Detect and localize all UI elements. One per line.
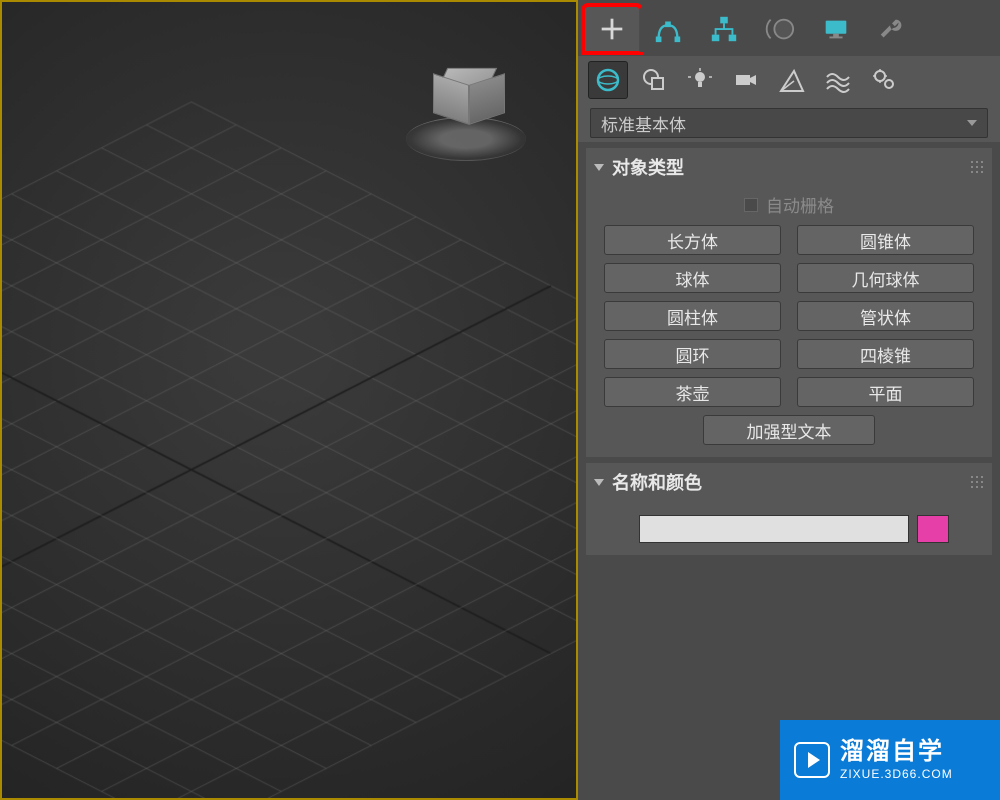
subtab-lights[interactable] <box>680 61 720 99</box>
dropdown-arrow-icon <box>967 120 977 126</box>
autogrid-row: 自动栅格 <box>604 190 974 225</box>
subtab-cameras[interactable] <box>726 61 766 99</box>
rollout-name-color: 名称和颜色 <box>586 463 992 555</box>
subtab-helpers[interactable] <box>772 61 812 99</box>
watermark-url: ZIXUE.3D66.COM <box>840 767 953 781</box>
tab-motion[interactable] <box>752 6 808 52</box>
tab-create[interactable] <box>584 6 640 52</box>
btn-label: 几何球体 <box>852 266 920 291</box>
btn-geosphere[interactable]: 几何球体 <box>797 263 974 293</box>
collapse-arrow-icon <box>594 164 604 171</box>
subtab-spacewarps[interactable] <box>818 61 858 99</box>
viewport[interactable] <box>0 0 576 800</box>
watermark-text: 溜溜自学 ZIXUE.3D66.COM <box>840 738 953 781</box>
btn-label: 平面 <box>869 380 903 405</box>
object-name-input[interactable] <box>639 515 909 543</box>
btn-label: 茶壶 <box>676 380 710 405</box>
collapse-arrow-icon <box>594 479 604 486</box>
viewcube-cube[interactable] <box>436 64 496 124</box>
watermark-title: 溜溜自学 <box>840 738 953 767</box>
watermark: 溜溜自学 ZIXUE.3D66.COM <box>780 720 1000 800</box>
dropdown-label: 标准基本体 <box>601 111 686 136</box>
btn-cylinder[interactable]: 圆柱体 <box>604 301 781 331</box>
rollout-header-name-color[interactable]: 名称和颜色 <box>586 463 992 501</box>
btn-torus[interactable]: 圆环 <box>604 339 781 369</box>
rollout-body-object-type: 自动栅格 长方体 圆锥体 球体 几何球体 圆柱体 管状体 圆环 四棱锥 茶壶 平… <box>586 186 992 457</box>
plus-icon <box>597 14 627 44</box>
create-category-strip <box>578 56 1000 104</box>
object-type-grid: 长方体 圆锥体 球体 几何球体 圆柱体 管状体 圆环 四棱锥 茶壶 平面 加强型… <box>604 225 974 445</box>
subtab-systems[interactable] <box>864 61 904 99</box>
btn-tube[interactable]: 管状体 <box>797 301 974 331</box>
main-tab-strip <box>578 0 1000 56</box>
command-panel: 标准基本体 对象类型 自动栅格 长方体 圆锥体 球体 几何球体 <box>576 0 1000 800</box>
systems-icon <box>871 67 897 93</box>
object-category-row: 标准基本体 <box>578 104 1000 142</box>
helpers-icon <box>779 67 805 93</box>
subtab-geometry[interactable] <box>588 61 628 99</box>
wrench-icon <box>877 14 907 44</box>
tab-display[interactable] <box>808 6 864 52</box>
rollout-header-object-type[interactable]: 对象类型 <box>586 148 992 186</box>
play-icon <box>794 742 830 778</box>
spacewarps-icon <box>825 67 851 93</box>
rollout-grip-icon[interactable] <box>971 476 984 489</box>
tab-modify[interactable] <box>640 6 696 52</box>
btn-label: 加强型文本 <box>747 418 832 443</box>
autogrid-checkbox[interactable] <box>744 198 758 212</box>
rollout-title: 对象类型 <box>612 154 684 180</box>
motion-icon <box>765 14 795 44</box>
camera-icon <box>733 67 759 93</box>
hierarchy-icon <box>709 14 739 44</box>
rollout-object-type: 对象类型 自动栅格 长方体 圆锥体 球体 几何球体 圆柱体 管状体 圆环 四棱锥 <box>586 148 992 457</box>
btn-teapot[interactable]: 茶壶 <box>604 377 781 407</box>
viewcube[interactable] <box>406 52 526 172</box>
modify-icon <box>653 14 683 44</box>
btn-cone[interactable]: 圆锥体 <box>797 225 974 255</box>
btn-label: 长方体 <box>667 228 718 253</box>
btn-label: 管状体 <box>860 304 911 329</box>
light-icon <box>687 67 713 93</box>
btn-sphere[interactable]: 球体 <box>604 263 781 293</box>
autogrid-label: 自动栅格 <box>766 192 834 217</box>
shapes-icon <box>641 67 667 93</box>
display-icon <box>821 14 851 44</box>
rollout-title: 名称和颜色 <box>612 469 702 495</box>
btn-label: 球体 <box>676 266 710 291</box>
btn-pyramid[interactable]: 四棱锥 <box>797 339 974 369</box>
btn-label: 圆柱体 <box>667 304 718 329</box>
btn-box[interactable]: 长方体 <box>604 225 781 255</box>
btn-label: 圆锥体 <box>860 228 911 253</box>
subtab-shapes[interactable] <box>634 61 674 99</box>
btn-label: 四棱锥 <box>860 342 911 367</box>
rollout-body-name-color <box>586 501 992 555</box>
tab-hierarchy[interactable] <box>696 6 752 52</box>
tab-utilities[interactable] <box>864 6 920 52</box>
btn-plane[interactable]: 平面 <box>797 377 974 407</box>
object-category-dropdown[interactable]: 标准基本体 <box>590 108 988 138</box>
object-color-swatch[interactable] <box>917 515 949 543</box>
sphere-icon <box>595 67 621 93</box>
rollout-grip-icon[interactable] <box>971 161 984 174</box>
btn-textplus[interactable]: 加强型文本 <box>703 415 875 445</box>
btn-label: 圆环 <box>676 342 710 367</box>
